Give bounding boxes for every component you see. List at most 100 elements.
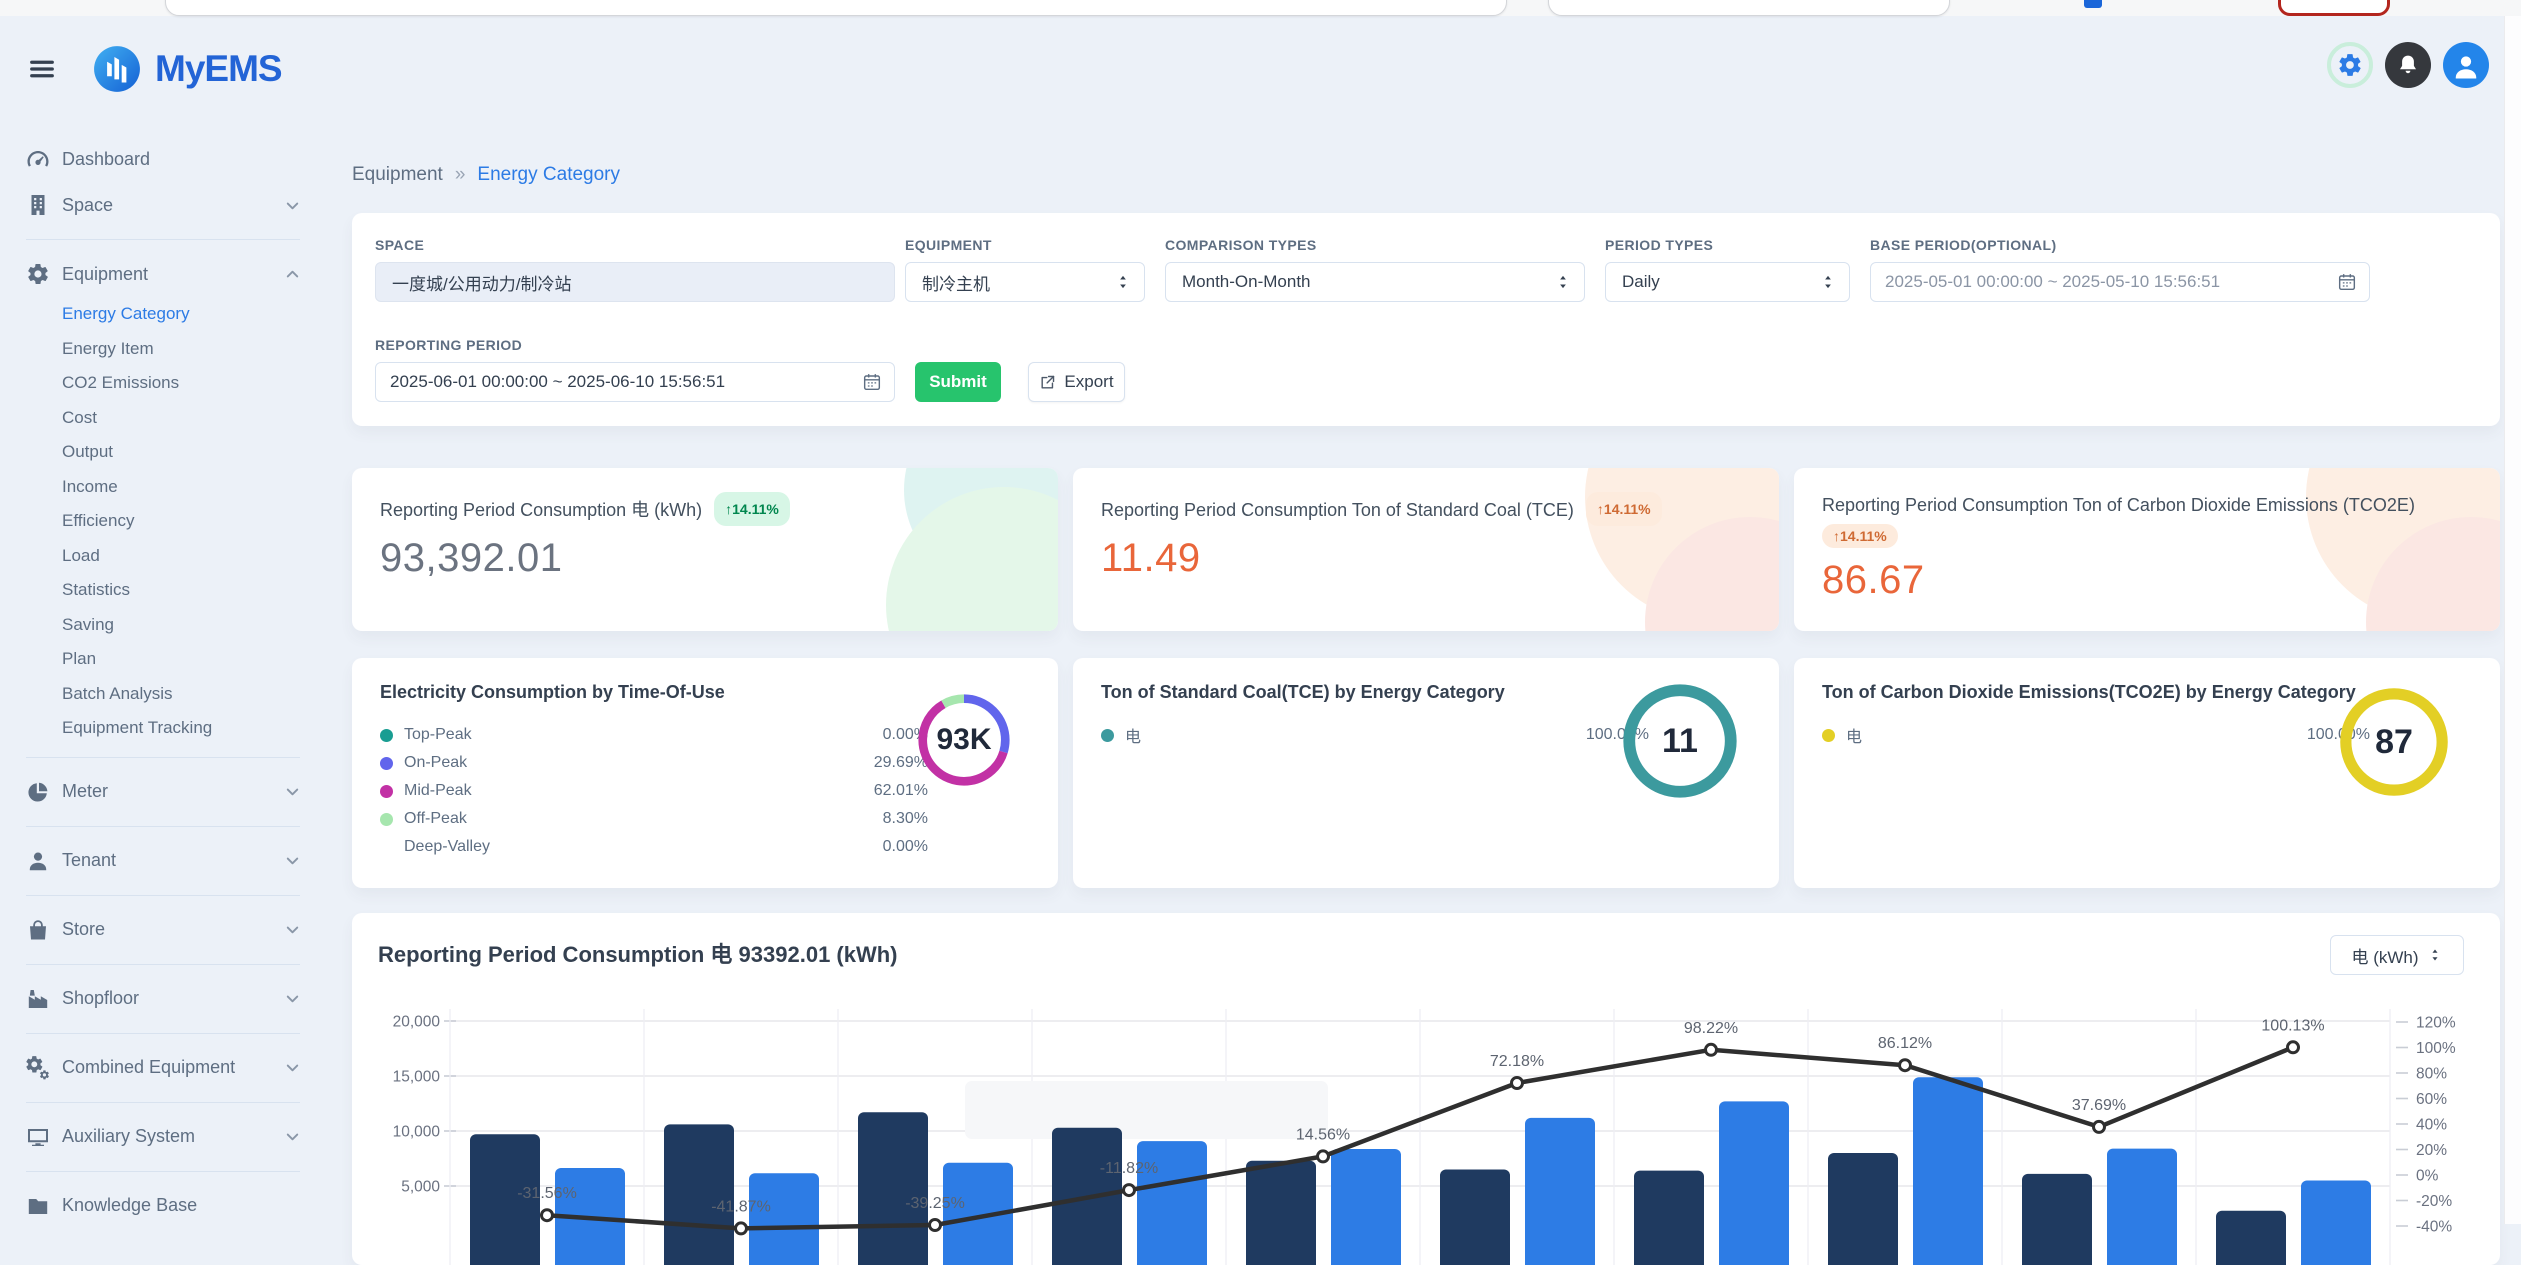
legend-name: 电 [1846,723,2307,747]
sidebar-item-label: Knowledge Base [62,1195,302,1216]
sidebar-divider [26,239,300,240]
breadcrumb-equipment[interactable]: Equipment [352,164,443,186]
chevron-down-icon [283,989,302,1008]
sidebar-item-meter[interactable]: Meter [26,769,302,815]
svg-text:-41.87%: -41.87% [711,1198,771,1215]
sidebar-item-combined-equipment[interactable]: Combined Equipment [26,1045,302,1091]
browser-secondary-field[interactable] [1548,0,1950,16]
sidebar-item-saving[interactable]: Saving [26,608,352,643]
sidebar-item-shopfloor[interactable]: Shopfloor [26,976,302,1022]
sidebar-divider [26,826,300,827]
notifications-button[interactable] [2385,42,2431,88]
sidebar-submenu: Energy CategoryEnergy ItemCO2 EmissionsC… [26,297,352,746]
reporting-period-input[interactable]: 2025-06-01 00:00:00 ~ 2025-06-10 15:56:5… [375,362,895,402]
sidebar-item-output[interactable]: Output [26,435,352,470]
browser-scrollbar[interactable] [2504,16,2521,1224]
svg-text:20,000: 20,000 [393,1014,441,1031]
person-icon [2451,52,2481,82]
legend-item-Mid-Peak[interactable]: Mid-Peak62.01% [380,777,928,805]
browser-url-bar[interactable] [165,0,1507,16]
svg-text:15,000: 15,000 [393,1069,441,1086]
base-period-label: BASE PERIOD(OPTIONAL) [1870,237,2370,253]
sidebar-item-equipment[interactable]: Equipment [26,251,302,297]
svg-text:-31.56%: -31.56% [517,1185,577,1202]
legend-item-Top-Peak[interactable]: Top-Peak0.00% [380,721,928,749]
sidebar-item-label: Dashboard [62,149,302,170]
legend-item-On-Peak[interactable]: On-Peak29.69% [380,749,928,777]
submit-button[interactable]: Submit [915,362,1001,402]
space-value: 一度城/公用动力/制冷站 [392,270,571,295]
sidebar-item-equipment-tracking[interactable]: Equipment Tracking [26,711,352,746]
select-arrows-icon [1819,273,1837,291]
sidebar-item-label: Space [62,195,283,216]
sidebar-item-label: Tenant [62,850,283,871]
svg-text:37.69%: 37.69% [2072,1097,2126,1114]
donut-center-value: 93K [916,692,1012,788]
sidebar-item-energy-item[interactable]: Energy Item [26,332,352,367]
sidebar-item-dashboard[interactable]: Dashboard [26,136,302,182]
calendar-icon[interactable] [2337,272,2357,292]
comparison-types-select[interactable]: Month-On-Month [1165,262,1585,302]
sidebar-item-knowledge-base[interactable]: Knowledge Base [26,1183,302,1229]
sidebar-item-energy-category[interactable]: Energy Category [26,297,352,332]
donut-center-value: 87 [2338,686,2450,798]
period-types-select[interactable]: Daily [1605,262,1850,302]
brand-logo[interactable]: MyEMS [92,44,282,94]
donut-legend: 电100.00% [1822,721,2370,749]
sidebar-item-load[interactable]: Load [26,539,352,574]
legend-item-电[interactable]: 电100.00% [1822,721,2370,749]
breadcrumb-energy-category[interactable]: Energy Category [477,164,620,186]
legend-item-电[interactable]: 电100.00% [1101,721,1649,749]
sidebar-item-store[interactable]: Store [26,907,302,953]
main-content: Equipment » Energy Category SPACE 一度城/公用… [352,132,2500,1224]
legend-dot-icon [1822,729,1835,742]
sidebar-item-co2-emissions[interactable]: CO2 Emissions [26,366,352,401]
browser-record-button[interactable] [2278,0,2390,16]
chevron-down-icon [283,920,302,939]
svg-text:-40%: -40% [2416,1219,2452,1236]
sidebar-item-space[interactable]: Space [26,182,302,228]
sidebar-item-batch-analysis[interactable]: Batch Analysis [26,677,352,712]
base-period-value: 2025-05-01 00:00:00 ~ 2025-05-10 15:56:5… [1885,272,2220,292]
svg-text:100.13%: 100.13% [2261,1017,2324,1034]
legend-name: Off-Peak [404,810,883,828]
sidebar-item-label: Meter [62,781,283,802]
myems-logo-icon [92,44,142,94]
sidebar-item-efficiency[interactable]: Efficiency [26,504,352,539]
donut-chart: 87 [2338,686,2450,798]
sidebar-item-tenant[interactable]: Tenant [26,838,302,884]
calendar-icon[interactable] [862,372,882,392]
svg-text:-11.82%: -11.82% [1100,1160,1158,1177]
user-avatar-button[interactable] [2443,42,2489,88]
person-icon [26,849,50,873]
svg-text:5,000: 5,000 [401,1179,440,1196]
breadcrumb-separator: » [455,164,466,186]
unit-select[interactable]: 电 (kWh) [2330,935,2464,975]
base-period-input[interactable]: 2025-05-01 00:00:00 ~ 2025-05-10 15:56:5… [1870,262,2370,302]
select-arrows-icon [1114,273,1132,291]
svg-text:60%: 60% [2416,1091,2447,1108]
sidebar-item-income[interactable]: Income [26,470,352,505]
svg-text:80%: 80% [2416,1066,2447,1083]
sidebar-item-plan[interactable]: Plan [26,642,352,677]
chart-title: Reporting Period Consumption 电 93392.01 … [378,937,898,969]
bar-line-chart: 20,00015,00010,0005,000120%100%80%60%40%… [352,979,2500,1265]
sidebar-item-cost[interactable]: Cost [26,401,352,436]
legend-name: 电 [1125,723,1586,747]
legend-item-Deep-Valley[interactable]: Deep-Valley0.00% [380,833,928,861]
equipment-select[interactable]: 制冷主机 [905,262,1145,302]
legend-percent: 8.30% [883,810,928,828]
chevron-down-icon [283,1058,302,1077]
app-root: MyEMS DashboardSpaceEquipmentEnergy Cate… [0,16,2521,1224]
menu-icon[interactable] [26,54,58,84]
sidebar-item-auxiliary-system[interactable]: Auxiliary System [26,1114,302,1160]
browser-toolbar-strip [0,0,2521,16]
sidebar-item-statistics[interactable]: Statistics [26,573,352,608]
settings-button[interactable] [2327,42,2373,88]
export-button[interactable]: Export [1028,362,1125,402]
legend-item-Off-Peak[interactable]: Off-Peak8.30% [380,805,928,833]
donut-chart: 93K [916,692,1012,788]
space-input[interactable]: 一度城/公用动力/制冷站 [375,262,895,302]
browser-blue-icon [2084,0,2102,8]
svg-text:-39.25%: -39.25% [905,1195,965,1212]
